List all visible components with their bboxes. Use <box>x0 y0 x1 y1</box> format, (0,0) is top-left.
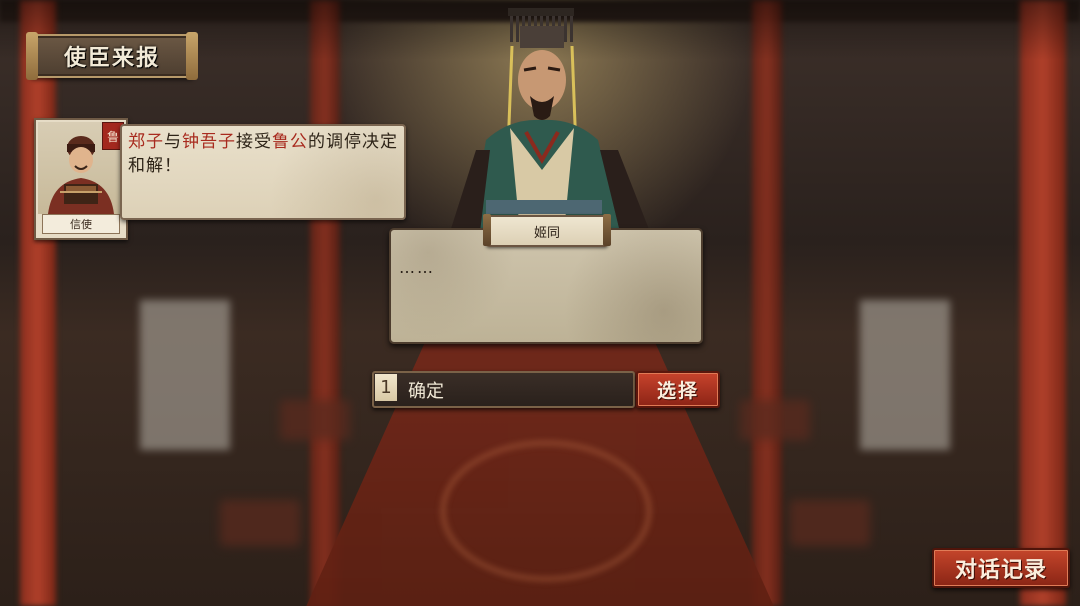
report-text-segment: 接受 <box>236 132 272 152</box>
report-text-segment: 与 <box>164 132 182 152</box>
select-button-label: 选择 <box>656 380 699 402</box>
choice-option-1[interactable]: 1 确定 <box>372 371 635 408</box>
screen-title-plaque: 使臣来报 <box>26 32 198 80</box>
choice-label: 确定 <box>408 381 444 402</box>
dialogue-text: …… <box>399 258 435 277</box>
dialogue-log-button[interactable]: 对话记录 <box>932 548 1070 588</box>
report-highlighted-name: 郑子 <box>128 132 164 152</box>
messenger-role-label: 信使 <box>42 214 120 234</box>
choice-number: 1 <box>375 374 397 401</box>
report-highlighted-name: 钟吾子 <box>182 132 236 152</box>
speaker-portrait <box>450 0 660 232</box>
report-message-panel: 郑子与钟吾子接受鲁公的调停决定和解！ <box>120 124 406 220</box>
messenger-portrait-card: 鲁 信使 <box>34 118 128 240</box>
report-highlighted-name: 鲁公 <box>272 132 308 152</box>
dialogue-log-button-label: 对话记录 <box>954 557 1047 583</box>
select-button[interactable]: 选择 <box>636 371 720 408</box>
report-message-text: 郑子与钟吾子接受鲁公的调停决定和解！ <box>128 130 398 178</box>
screen-title: 使臣来报 <box>63 45 160 71</box>
speaker-name: 姬同 <box>533 225 560 241</box>
speaker-name-tag: 姬同 <box>483 214 611 247</box>
game-screen: 使臣来报 鲁 信使 郑子与钟吾子接受鲁公的调停决定和解！ 姬同 …… 1 确定 … <box>0 0 1080 606</box>
